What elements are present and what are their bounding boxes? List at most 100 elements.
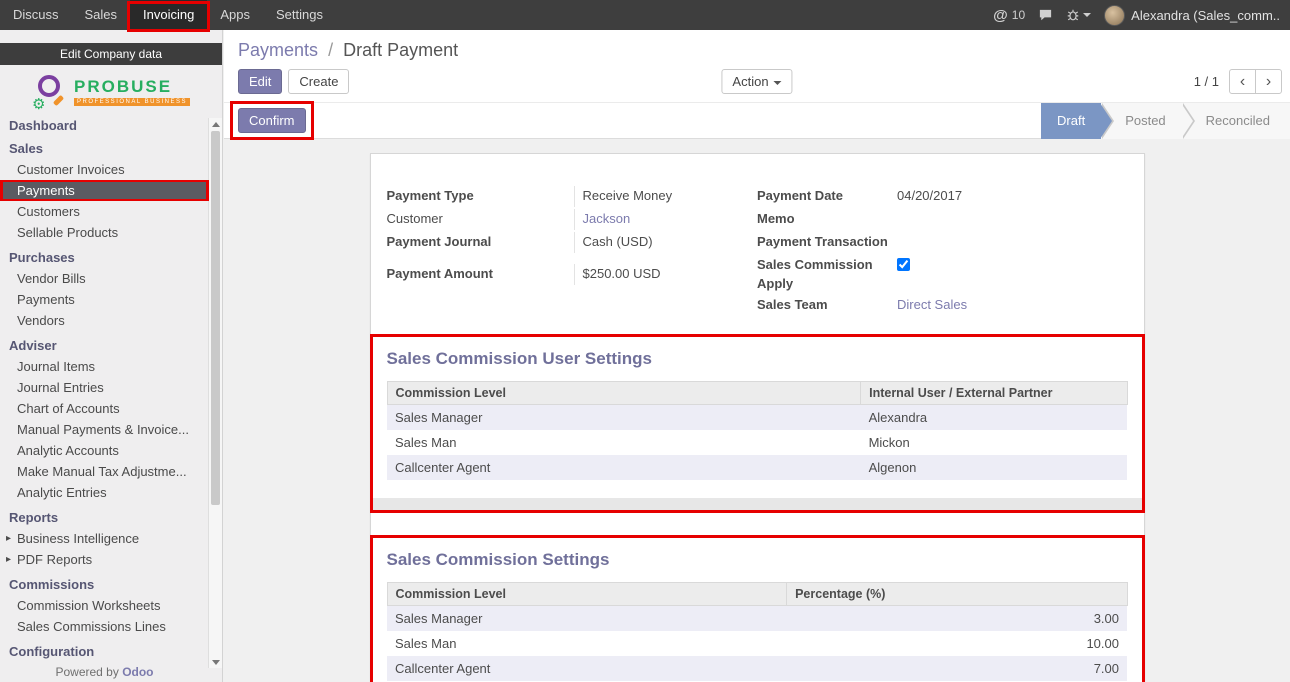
payment-journal-label: Payment Journal xyxy=(387,232,574,253)
top-navbar: Discuss Sales Invoicing Apps Settings @ … xyxy=(0,0,1290,30)
main-content: Payments / Draft Payment Edit Create Act… xyxy=(224,30,1290,682)
table-row[interactable]: Callcenter Agent Algenon xyxy=(387,455,1127,480)
user-name: Alexandra (Sales_comm.. xyxy=(1131,8,1280,23)
sidebar-item-purchase-payments[interactable]: Payments xyxy=(0,289,209,310)
table-row[interactable]: Callcenter Agent 7.00 xyxy=(387,656,1127,681)
mentions-button[interactable]: @ 10 xyxy=(993,7,1025,24)
chevron-down-icon xyxy=(774,81,782,85)
menu-apps[interactable]: Apps xyxy=(207,0,263,30)
cell-level: Sales Manager xyxy=(387,606,787,632)
menu-discuss[interactable]: Discuss xyxy=(0,0,72,30)
sidebar-item-analytic-accounts[interactable]: Analytic Accounts xyxy=(0,440,209,461)
scrollbar-thumb[interactable] xyxy=(211,131,220,505)
sidebar-item-manual-payments[interactable]: Manual Payments & Invoice... xyxy=(0,419,209,440)
cell-user: Mickon xyxy=(861,430,1127,455)
sidebar-item-journal-entries[interactable]: Journal Entries xyxy=(0,377,209,398)
sidebar-section-sales: Customer Invoices Payments Customers Sel… xyxy=(0,159,209,243)
sidebar-heading-adviser[interactable]: Adviser xyxy=(0,335,209,356)
payment-transaction-value xyxy=(897,232,1128,253)
payment-amount-label: Payment Amount xyxy=(387,264,574,285)
debug-bug-icon[interactable] xyxy=(1066,8,1091,22)
cell-level: Callcenter Agent xyxy=(387,455,861,480)
edit-button[interactable]: Edit xyxy=(238,69,282,94)
sidebar-item-sellable-products[interactable]: Sellable Products xyxy=(0,222,209,243)
sidebar-heading-sales[interactable]: Sales xyxy=(0,138,209,159)
sidebar-item-business-intelligence[interactable]: Business Intelligence xyxy=(0,528,209,549)
menu-settings[interactable]: Settings xyxy=(263,0,336,30)
sidebar-item-vendor-bills[interactable]: Vendor Bills xyxy=(0,268,209,289)
sidebar-section-reports: Business Intelligence PDF Reports xyxy=(0,528,209,570)
table-row[interactable]: Sales Manager 3.00 xyxy=(387,606,1127,632)
sidebar-item-pdf-reports[interactable]: PDF Reports xyxy=(0,549,209,570)
action-dropdown-button[interactable]: Action xyxy=(721,69,792,94)
confirm-button[interactable]: Confirm xyxy=(238,108,306,133)
payment-amount-value: $250.00 USD xyxy=(574,264,758,285)
sidebar-item-manual-tax-adjustment[interactable]: Make Manual Tax Adjustme... xyxy=(0,461,209,482)
user-menu[interactable]: Alexandra (Sales_comm.. xyxy=(1104,5,1280,26)
payment-date-value: 04/20/2017 xyxy=(897,186,1128,207)
section-footer-strip xyxy=(373,498,1142,510)
status-draft[interactable]: Draft xyxy=(1041,103,1101,139)
sidebar-section-commissions: Commission Worksheets Sales Commissions … xyxy=(0,595,209,637)
edit-company-data-button[interactable]: Edit Company data xyxy=(0,43,222,65)
scroll-up-arrow-icon[interactable] xyxy=(209,118,222,130)
sidebar-heading-configuration[interactable]: Configuration xyxy=(0,641,209,662)
chat-icon[interactable] xyxy=(1038,8,1053,23)
commission-settings-table: Commission Level Percentage (%) Sales Ma… xyxy=(387,582,1128,681)
sales-commission-apply-label: Sales Commission Apply xyxy=(757,255,897,293)
sidebar-item-vendors[interactable]: Vendors xyxy=(0,310,209,331)
payment-journal-field: Payment Journal Cash (USD) xyxy=(387,232,758,253)
sidebar-heading-commissions[interactable]: Commissions xyxy=(0,574,209,595)
pager-next-button[interactable]: › xyxy=(1255,69,1282,94)
customer-field: Customer Jackson xyxy=(387,209,758,230)
col-commission-level[interactable]: Commission Level xyxy=(387,583,787,606)
menu-invoicing[interactable]: Invoicing xyxy=(130,0,207,30)
payment-transaction-field: Payment Transaction xyxy=(757,232,1128,253)
sidebar-heading-purchases[interactable]: Purchases xyxy=(0,247,209,268)
sidebar-item-journal-items[interactable]: Journal Items xyxy=(0,356,209,377)
col-percentage[interactable]: Percentage (%) xyxy=(787,583,1127,606)
sales-team-field: Sales Team Direct Sales xyxy=(757,295,1128,316)
table-row[interactable]: Sales Man Mickon xyxy=(387,430,1127,455)
sales-commission-settings-section: Sales Commission Settings Commission Lev… xyxy=(370,535,1145,682)
field-spacer xyxy=(387,255,758,264)
breadcrumb-parent-link[interactable]: Payments xyxy=(238,40,318,60)
pager-previous-button[interactable]: ‹ xyxy=(1229,69,1256,94)
table-row[interactable]: Sales Man 10.00 xyxy=(387,631,1127,656)
powered-by: Powered by Odoo xyxy=(0,662,209,682)
menu-sales[interactable]: Sales xyxy=(72,0,131,30)
sidebar-item-customer-invoices[interactable]: Customer Invoices xyxy=(0,159,209,180)
breadcrumb-separator: / xyxy=(328,40,333,60)
fields-right-column: Payment Date 04/20/2017 Memo Payment Tra… xyxy=(757,186,1128,318)
status-reconciled[interactable]: Reconciled xyxy=(1182,103,1290,139)
customer-label: Customer xyxy=(387,209,574,230)
cell-percentage: 7.00 xyxy=(787,656,1127,681)
payment-transaction-label: Payment Transaction xyxy=(757,232,897,253)
logo-title: PROBUSE xyxy=(74,77,190,97)
payment-amount-field: Payment Amount $250.00 USD xyxy=(387,264,758,285)
col-internal-user[interactable]: Internal User / External Partner xyxy=(861,382,1127,405)
odoo-link[interactable]: Odoo xyxy=(122,665,153,679)
payment-date-field: Payment Date 04/20/2017 xyxy=(757,186,1128,207)
sidebar-scrollbar[interactable] xyxy=(208,118,222,668)
payment-date-label: Payment Date xyxy=(757,186,897,207)
table-row[interactable]: Sales Manager Alexandra xyxy=(387,405,1127,431)
scroll-down-arrow-icon[interactable] xyxy=(209,656,222,668)
sidebar-heading-reports[interactable]: Reports xyxy=(0,507,209,528)
sidebar-item-commission-worksheets[interactable]: Commission Worksheets xyxy=(0,595,209,616)
memo-field: Memo xyxy=(757,209,1128,230)
sidebar-item-customers[interactable]: Customers xyxy=(0,201,209,222)
sales-commission-apply-checkbox[interactable] xyxy=(897,258,910,271)
sidebar-item-analytic-entries[interactable]: Analytic Entries xyxy=(0,482,209,503)
logo-text: PROBUSE PROFESSIONAL BUSINESS xyxy=(74,77,190,106)
sidebar-heading-dashboard[interactable]: Dashboard xyxy=(0,115,209,136)
sales-team-link[interactable]: Direct Sales xyxy=(897,297,967,312)
cell-level: Sales Man xyxy=(387,631,787,656)
sidebar-section-purchases: Vendor Bills Payments Vendors xyxy=(0,268,209,331)
sidebar-item-chart-of-accounts[interactable]: Chart of Accounts xyxy=(0,398,209,419)
sidebar-item-payments[interactable]: Payments xyxy=(0,180,209,201)
customer-link[interactable]: Jackson xyxy=(583,211,631,226)
sidebar-item-sales-commissions-lines[interactable]: Sales Commissions Lines xyxy=(0,616,209,637)
col-commission-level[interactable]: Commission Level xyxy=(387,382,861,405)
create-button[interactable]: Create xyxy=(288,69,349,94)
